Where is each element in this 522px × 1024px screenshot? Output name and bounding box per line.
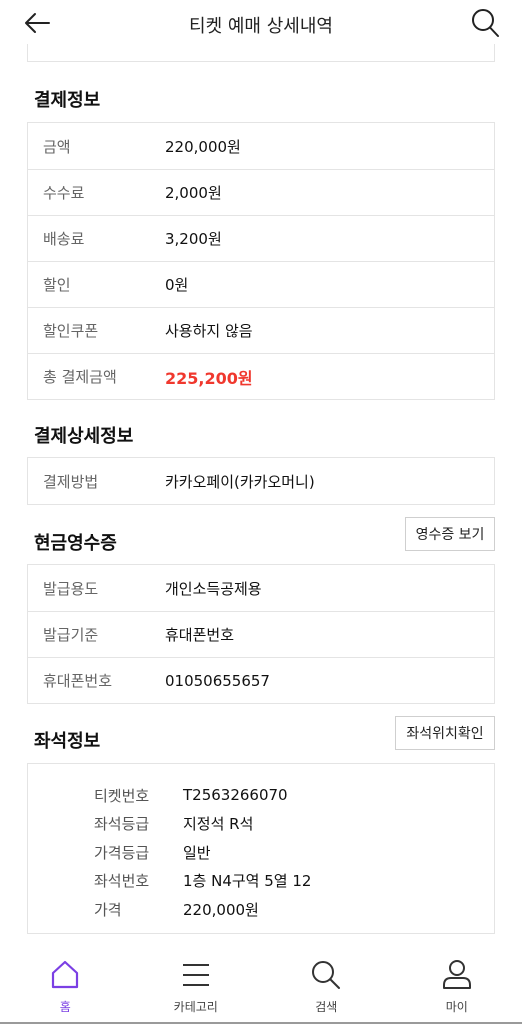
- row-value: 개인소득공제용: [165, 579, 262, 598]
- row-label: 할인: [43, 276, 71, 294]
- row-label: 결제방법: [43, 472, 99, 491]
- row-value: 01050655657: [165, 671, 270, 690]
- seat-value: 지정석 R석: [183, 815, 254, 834]
- seat-label: 좌석번호: [94, 872, 150, 891]
- table-row: 결제방법 카카오페이(카카오머니): [28, 458, 494, 504]
- person-icon: [442, 960, 471, 989]
- row-value: 휴대폰번호: [165, 626, 235, 644]
- view-receipt-button[interactable]: 영수증 보기: [405, 517, 495, 551]
- list-item: 티켓번호 T2563266070: [28, 781, 494, 810]
- table-row: 배송료 3,200원: [28, 215, 494, 261]
- row-value: 사용하지 않음: [165, 322, 253, 340]
- bottom-tab-bar: 홈 카테고리 검색 마이: [0, 948, 522, 1024]
- app-header: 티켓 예매 상세내역: [0, 0, 522, 46]
- tab-home[interactable]: 홈: [0, 948, 131, 1024]
- row-label: 수수료: [43, 184, 85, 202]
- tab-category[interactable]: 카테고리: [131, 948, 262, 1024]
- list-item: 좌석등급 지정석 R석: [28, 810, 494, 839]
- seat-section-title: 좌석정보: [34, 731, 101, 752]
- tab-label: 마이: [445, 1000, 468, 1014]
- payment-detail-section-title: 결제상세정보: [34, 426, 134, 447]
- table-row: 휴대폰번호 01050655657: [28, 657, 494, 703]
- tab-label: 검색: [315, 1000, 338, 1014]
- row-value: 3,200원: [165, 230, 222, 248]
- table-row: 발급기준 휴대폰번호: [28, 611, 494, 657]
- search-icon: [312, 961, 341, 989]
- receipt-section-title: 현금영수증: [34, 533, 117, 554]
- list-item: 가격등급 일반: [28, 838, 494, 867]
- list-item: 가격 220,000원: [28, 895, 494, 924]
- seat-label: 가격등급: [94, 843, 150, 862]
- total-amount: 225,200원: [165, 368, 253, 388]
- row-label: 할인쿠폰: [43, 322, 99, 340]
- row-value: 카카오페이(카카오머니): [165, 472, 315, 491]
- home-icon: [52, 960, 79, 989]
- search-icon[interactable]: [470, 7, 500, 39]
- table-row: 할인 0원: [28, 261, 494, 307]
- page-title: 티켓 예매 상세내역: [189, 16, 333, 37]
- table-row: 수수료 2,000원: [28, 169, 494, 215]
- table-row: 총 결제금액 225,200원: [28, 353, 494, 399]
- seat-info-box: 티켓번호 T2563266070 좌석등급 지정석 R석 가격등급 일반 좌석번…: [27, 763, 495, 934]
- seat-value: 220,000원: [183, 900, 259, 919]
- row-label: 금액: [43, 137, 71, 156]
- row-label: 휴대폰번호: [43, 672, 113, 690]
- previous-section-box: [27, 44, 495, 62]
- seat-value: T2563266070: [183, 786, 288, 805]
- tab-search[interactable]: 검색: [261, 948, 392, 1024]
- row-label: 총 결제금액: [43, 368, 117, 386]
- seat-value: 1층 N4구역 5열 12: [183, 872, 312, 891]
- seat-label: 티켓번호: [94, 786, 150, 805]
- table-row: 할인쿠폰 사용하지 않음: [28, 307, 494, 353]
- seat-label: 좌석등급: [94, 815, 150, 834]
- menu-icon: [182, 964, 209, 986]
- list-item: 좌석번호 1층 N4구역 5열 12: [28, 867, 494, 896]
- payment-detail-table: 결제방법 카카오페이(카카오머니): [27, 457, 495, 505]
- tab-label: 홈: [59, 1000, 71, 1014]
- seat-value: 일반: [183, 843, 211, 862]
- row-label: 발급용도: [43, 579, 99, 598]
- receipt-table: 발급용도 개인소득공제용 발급기준 휴대폰번호 휴대폰번호 0105065565…: [27, 564, 495, 704]
- payment-table: 금액 220,000원 수수료 2,000원 배송료 3,200원 할인 0원 …: [27, 122, 495, 400]
- table-row: 발급용도 개인소득공제용: [28, 565, 494, 611]
- tab-label: 카테고리: [173, 1000, 218, 1014]
- tab-my[interactable]: 마이: [392, 948, 522, 1024]
- row-value: 2,000원: [165, 184, 222, 202]
- seat-label: 가격: [94, 900, 122, 919]
- table-row: 금액 220,000원: [28, 123, 494, 169]
- row-value: 0원: [165, 276, 189, 294]
- row-value: 220,000원: [165, 137, 241, 156]
- payment-section-title: 결제정보: [34, 90, 101, 111]
- seat-location-button[interactable]: 좌석위치확인: [395, 716, 495, 750]
- row-label: 배송료: [43, 230, 85, 248]
- row-label: 발급기준: [43, 626, 99, 644]
